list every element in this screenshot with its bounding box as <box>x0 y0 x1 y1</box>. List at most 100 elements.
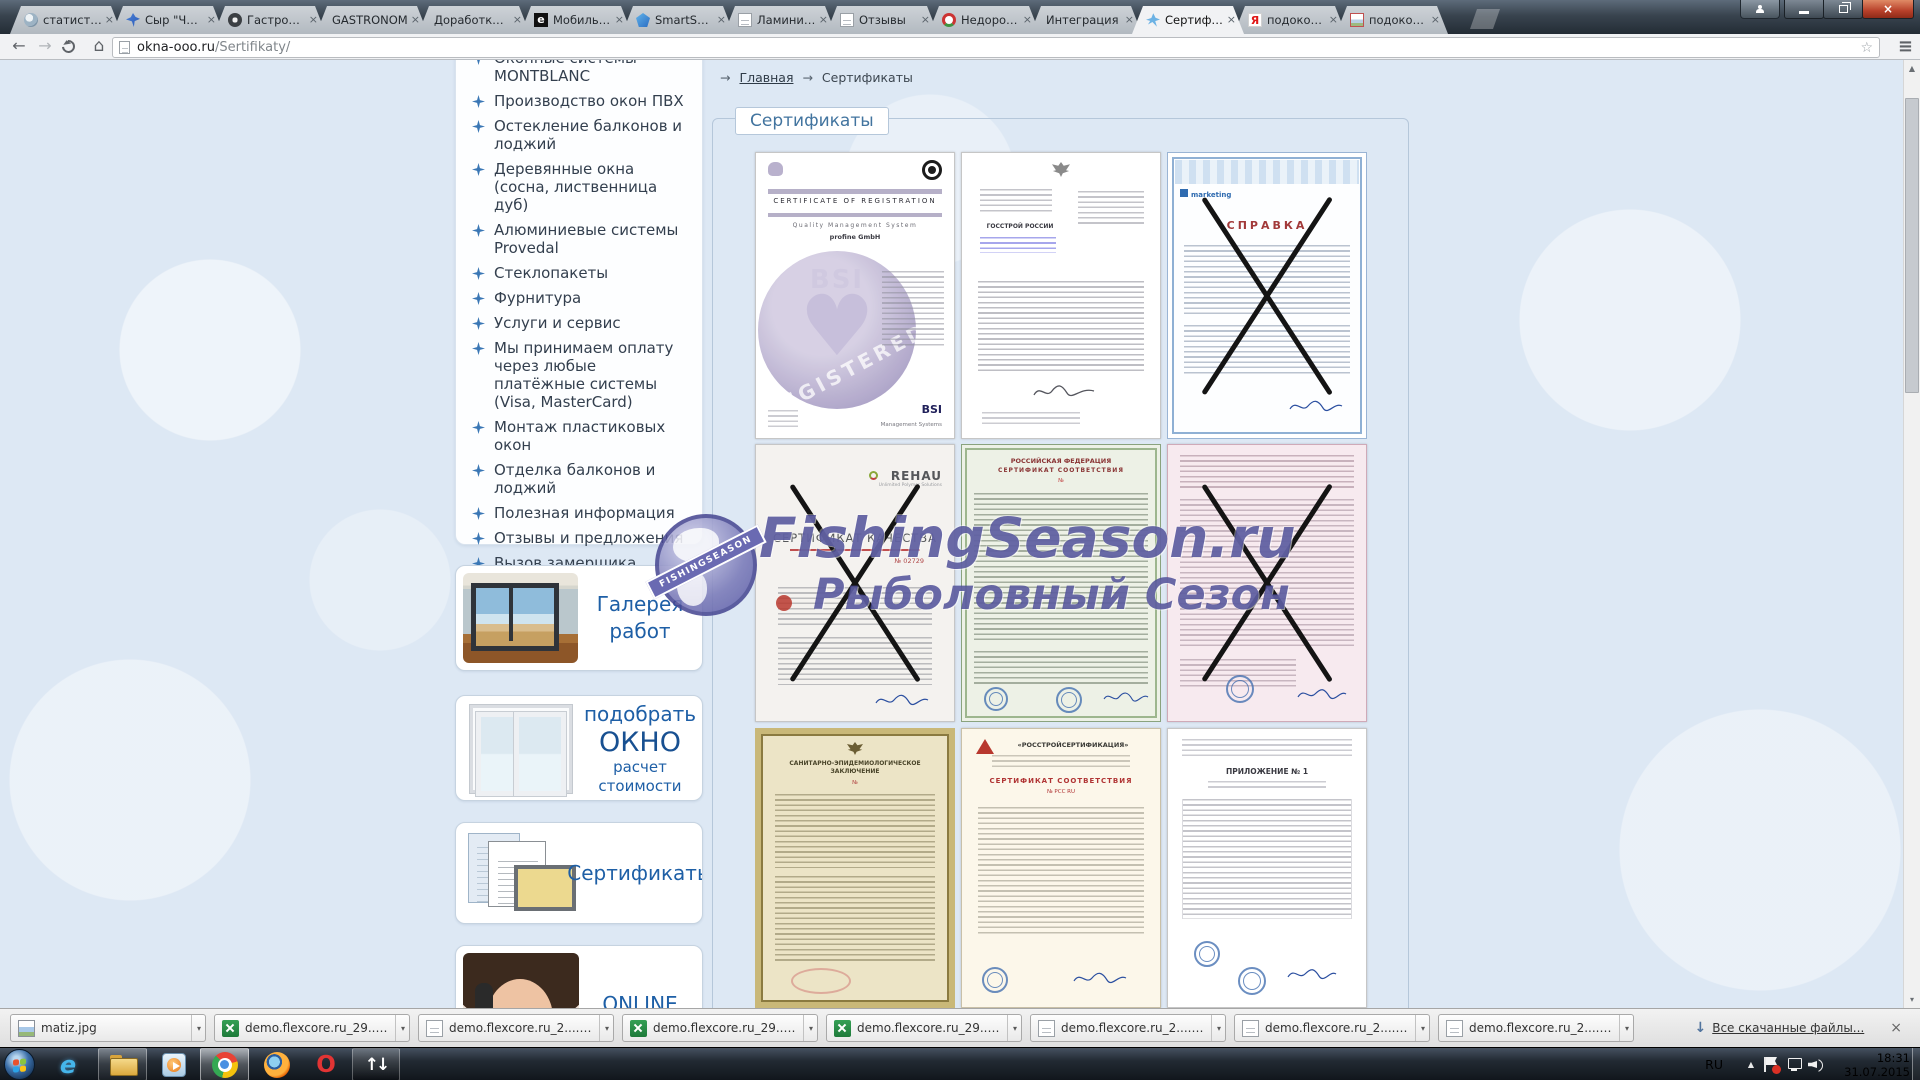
taskbar-explorer[interactable] <box>98 1048 147 1080</box>
taskbar-media-player[interactable] <box>152 1048 196 1080</box>
scroll-up-icon[interactable]: ▲ <box>1904 60 1920 77</box>
tab-close-icon[interactable]: × <box>513 15 522 25</box>
certificate-thumbnail-gosstroy[interactable]: ГОССТРОЙ РОССИИ <box>961 152 1161 439</box>
tab-close-icon[interactable]: × <box>921 15 930 25</box>
download-item[interactable]: matiz.jpg ▾ <box>10 1014 206 1042</box>
close-downloads-bar-icon[interactable]: × <box>1890 1020 1902 1036</box>
certificate-thumbnail-sootvetstviya[interactable]: РОССИЙСКАЯ ФЕДЕРАЦИЯ СЕРТИФИКАТ СООТВЕТС… <box>961 444 1161 722</box>
page-scrollbar[interactable]: ▲ ▾ <box>1903 60 1920 1008</box>
maximize-button[interactable] <box>1823 0 1863 19</box>
tab-close-icon[interactable]: × <box>309 15 318 25</box>
download-item[interactable]: demo.flexcore.ru_2....html ▾ <box>1030 1014 1226 1042</box>
browser-menu-icon[interactable]: ≡ <box>1898 36 1913 57</box>
taskbar-firefox[interactable] <box>255 1048 299 1080</box>
language-indicator[interactable]: RU <box>1705 1048 1723 1080</box>
address-bar[interactable]: okna-ooo.ru/Sertifikaty/ ☆ <box>112 37 1880 58</box>
sidebar-menu-item[interactable]: Деревянные окна (сосна, лиственница дуб) <box>470 160 690 214</box>
certificate-thumbnail-rehau[interactable]: REHAU Unlimited Polymer Solutions СЕРТИФ… <box>755 444 955 722</box>
scrollbar-thumb[interactable] <box>1905 98 1919 393</box>
browser-tab[interactable]: Сертификаты × <box>1132 6 1244 34</box>
sidebar-menu-item[interactable]: Фурнитура <box>470 289 690 307</box>
browser-tab[interactable]: Сыр "Чанах" × <box>112 6 224 34</box>
tab-close-icon[interactable]: × <box>1227 15 1236 25</box>
sidebar-menu-item[interactable]: Мы принимаем оплату через любые платёжны… <box>470 339 690 411</box>
sidebar-menu-item[interactable]: Услуги и сервис <box>470 314 690 332</box>
taskbar-download-manager[interactable]: ↑↓ <box>352 1048 400 1080</box>
sidebar-menu-item[interactable]: Алюминиевые системы Provedal <box>470 221 690 257</box>
online-consultant-widget[interactable]: ONLINE <box>455 945 703 1008</box>
download-caret-icon[interactable]: ▾ <box>599 1015 609 1041</box>
taskbar-chrome[interactable] <box>200 1048 249 1080</box>
tab-close-icon[interactable]: × <box>1125 15 1134 25</box>
download-caret-icon[interactable]: ▾ <box>191 1015 201 1041</box>
download-caret-icon[interactable]: ▾ <box>1415 1015 1425 1041</box>
download-item[interactable]: demo.flexcore.ru_2....html ▾ <box>1234 1014 1430 1042</box>
certificate-thumbnail-rosstroy[interactable]: «РОССТРОЙСЕРТИФИКАЦИЯ» СЕРТИФИКАТ СООТВЕ… <box>961 728 1161 1008</box>
window-selector-widget[interactable]: подобрать ОКНО расчет стоимости <box>455 695 703 801</box>
download-caret-icon[interactable]: ▾ <box>395 1015 405 1041</box>
back-button[interactable]: ← <box>8 36 30 55</box>
browser-tab[interactable]: GASTRONOM × <box>316 6 428 34</box>
breadcrumb-home-link[interactable]: Главная <box>739 70 793 85</box>
download-item[interactable]: demo.flexcore.ru_29.....csv ▾ <box>826 1014 1022 1042</box>
download-caret-icon[interactable]: ▾ <box>1007 1015 1017 1041</box>
tab-close-icon[interactable]: × <box>1023 15 1032 25</box>
action-center-flag-icon[interactable] <box>1764 1057 1778 1072</box>
browser-tab[interactable]: e Мобильный × <box>520 6 632 34</box>
browser-tab[interactable]: Я подоконник × <box>1234 6 1346 34</box>
scroll-down-icon[interactable]: ▾ <box>1904 991 1920 1008</box>
certificate-thumbnail-appendix[interactable]: ПРИЛОЖЕНИЕ № 1 <box>1167 728 1367 1008</box>
sidebar-menu-item[interactable]: Монтаж пластиковых окон <box>470 418 690 454</box>
browser-tab[interactable]: Недорогие п × <box>928 6 1040 34</box>
download-item[interactable]: demo.flexcore.ru_29.....csv ▾ <box>214 1014 410 1042</box>
certificates-widget[interactable]: Сертификаты <box>455 822 703 924</box>
gallery-widget[interactable]: Галерея работ <box>455 565 703 671</box>
download-item[interactable]: demo.flexcore.ru_2....html ▾ <box>418 1014 614 1042</box>
certificate-thumbnail-spravka[interactable]: marketing СПРАВКА <box>1167 152 1367 439</box>
minimize-button[interactable] <box>1784 0 1824 19</box>
start-button[interactable] <box>4 1049 35 1080</box>
tab-close-icon[interactable]: × <box>105 15 114 25</box>
reload-button[interactable] <box>59 37 77 55</box>
browser-tab[interactable]: подоконник × <box>1336 6 1448 34</box>
sidebar-menu-item[interactable]: Оконные системы MONTBLANC <box>470 60 690 85</box>
browser-tab[interactable]: Ламинирова × <box>724 6 836 34</box>
download-caret-icon[interactable]: ▾ <box>803 1015 813 1041</box>
download-caret-icon[interactable]: ▾ <box>1619 1015 1629 1041</box>
sidebar-menu-item[interactable]: Остекление балконов и лоджий <box>470 117 690 153</box>
certificate-thumbnail-bsi[interactable]: CERTIFICATE OF REGISTRATION Quality Mana… <box>755 152 955 439</box>
tab-close-icon[interactable]: × <box>1431 15 1440 25</box>
profile-button[interactable] <box>1740 0 1780 19</box>
browser-tab[interactable]: SmartSolutio × <box>622 6 734 34</box>
new-tab-button[interactable] <box>1470 9 1500 29</box>
browser-tab[interactable]: статистика п × <box>10 6 122 34</box>
certificate-thumbnail-pink[interactable] <box>1167 444 1367 722</box>
tray-expand-icon[interactable]: ▲ <box>1748 1048 1754 1080</box>
home-button[interactable]: ⌂ <box>88 36 110 56</box>
tray-clock[interactable]: 18:31 31.07.2015 <box>1844 1051 1910 1079</box>
tab-close-icon[interactable]: × <box>1329 15 1338 25</box>
sidebar-menu-item[interactable]: Отделка балконов и лоджий <box>470 461 690 497</box>
close-window-button[interactable]: × <box>1862 0 1914 19</box>
taskbar-opera[interactable]: O <box>304 1048 348 1080</box>
taskbar-internet-explorer[interactable]: e <box>46 1048 90 1080</box>
network-icon[interactable] <box>1786 1058 1802 1071</box>
download-item[interactable]: demo.flexcore.ru_29.....csv ▾ <box>622 1014 818 1042</box>
show-all-downloads-link[interactable]: Все скачанные файлы... <box>1712 1021 1864 1035</box>
browser-tab[interactable]: Отзывы × <box>826 6 938 34</box>
certificate-thumbnail-sanepid[interactable]: САНИТАРНО-ЭПИДЕМИОЛОГИЧЕСКОЕ ЗАКЛЮЧЕНИЕ … <box>755 728 955 1008</box>
sidebar-menu-item[interactable]: Отзывы и предложения <box>470 529 690 547</box>
forward-button[interactable]: → <box>34 36 56 55</box>
tab-close-icon[interactable]: × <box>207 15 216 25</box>
sidebar-menu-item[interactable]: Полезная информация <box>470 504 690 522</box>
browser-tab[interactable]: Интеграция × <box>1030 6 1142 34</box>
tab-close-icon[interactable]: × <box>819 15 828 25</box>
browser-tab[interactable]: Доработки Г × <box>418 6 530 34</box>
tab-close-icon[interactable]: × <box>615 15 624 25</box>
bookmark-star-icon[interactable]: ☆ <box>1860 40 1873 56</box>
tab-close-icon[interactable]: × <box>717 15 726 25</box>
volume-icon[interactable] <box>1808 1058 1823 1071</box>
sidebar-menu-item[interactable]: Стеклопакеты <box>470 264 690 282</box>
tab-close-icon[interactable]: × <box>411 15 420 25</box>
sidebar-menu-item[interactable]: Производство окон ПВХ <box>470 92 690 110</box>
